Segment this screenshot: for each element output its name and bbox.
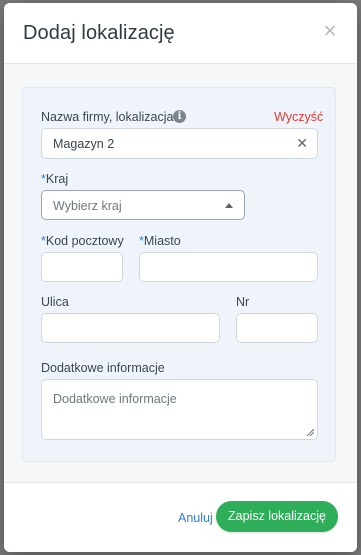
company-input-value: Magazyn 2 bbox=[53, 137, 115, 151]
number-label: Nr bbox=[236, 295, 250, 309]
country-label: *Kraj bbox=[41, 172, 68, 186]
additional-info-placeholder: Dodatkowe informacje bbox=[53, 392, 177, 406]
modal-header: Dodaj lokalizację × bbox=[4, 3, 357, 64]
clear-button[interactable]: Wyczyść bbox=[274, 110, 323, 124]
city-label-text: Miasto bbox=[143, 234, 181, 248]
street-label: Ulica bbox=[41, 295, 69, 309]
add-location-modal: Dodaj lokalizację × Nazwa firmy, lokaliz… bbox=[4, 3, 357, 552]
postal-code-label-text: Kod pocztowy bbox=[45, 234, 124, 248]
save-location-button[interactable]: Zapisz lokalizację bbox=[216, 501, 338, 532]
country-select[interactable]: Wybierz kraj bbox=[41, 190, 245, 220]
clear-input-icon[interactable]: ✕ bbox=[296, 135, 308, 152]
postal-code-label: *Kod pocztowy bbox=[41, 234, 124, 248]
close-icon[interactable]: × bbox=[320, 20, 340, 42]
street-input[interactable] bbox=[41, 313, 220, 343]
modal-title: Dodaj lokalizację bbox=[23, 22, 175, 44]
modal-footer: Anuluj Zapisz lokalizację bbox=[4, 482, 357, 552]
city-label: *Miasto bbox=[139, 234, 181, 248]
location-form: Nazwa firmy, lokalizacja i Wyczyść Magaz… bbox=[22, 87, 336, 462]
city-input[interactable] bbox=[139, 252, 318, 282]
additional-info-label: Dodatkowe informacje bbox=[41, 361, 165, 375]
modal-body: Nazwa firmy, lokalizacja i Wyczyść Magaz… bbox=[4, 64, 357, 482]
cancel-button[interactable]: Anuluj bbox=[178, 511, 213, 525]
country-select-value: Wybierz kraj bbox=[53, 199, 122, 213]
additional-info-textarea[interactable]: Dodatkowe informacje bbox=[41, 379, 318, 440]
postal-code-input[interactable] bbox=[41, 252, 123, 282]
company-input[interactable]: Magazyn 2 ✕ bbox=[41, 128, 318, 159]
country-label-text: Kraj bbox=[45, 172, 69, 186]
caret-up-icon bbox=[225, 203, 233, 208]
company-label: Nazwa firmy, lokalizacja bbox=[41, 110, 174, 124]
number-input[interactable] bbox=[236, 313, 318, 343]
resize-handle-icon[interactable] bbox=[306, 428, 314, 436]
info-icon[interactable]: i bbox=[173, 110, 186, 123]
